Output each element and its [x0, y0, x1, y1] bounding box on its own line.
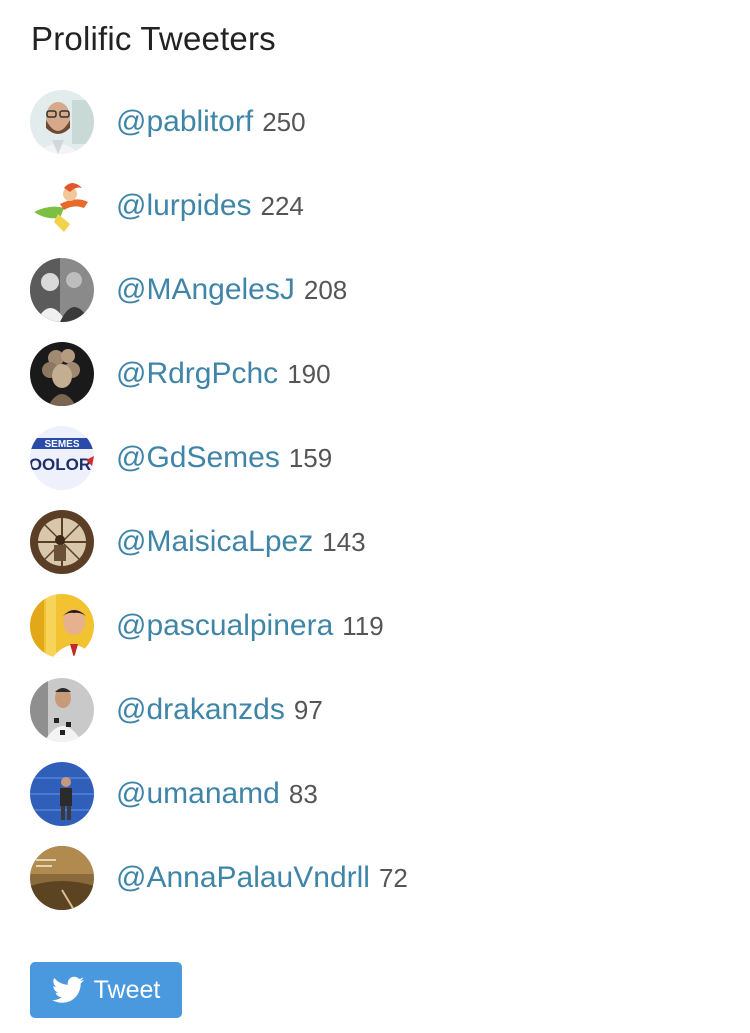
avatar-logo-text-bottom: OOLOR: [30, 455, 91, 474]
tweet-count: 250: [262, 106, 306, 137]
tweeter-handle-link[interactable]: @drakanzds: [116, 693, 285, 727]
tweet-button[interactable]: Tweet: [30, 962, 182, 1018]
avatar[interactable]: [30, 762, 94, 826]
tweeter-handle-link[interactable]: @pascualpinera: [116, 609, 333, 643]
tweeter-handle-link[interactable]: @umanamd: [116, 777, 280, 811]
tweet-count: 159: [288, 442, 333, 473]
page-title: Prolific Tweeters: [31, 20, 276, 57]
list-item: @MaisicaLpez 143: [30, 510, 408, 574]
tweet-button-label: Tweet: [93, 975, 161, 1004]
avatar[interactable]: [30, 258, 94, 322]
tweeter-handle-link[interactable]: @MaisicaLpez: [116, 525, 313, 559]
list-item: @lurpides 224: [30, 174, 408, 238]
list-item: @pascualpinera 119: [30, 594, 408, 658]
list-item: @RdrgPchc 190: [30, 342, 408, 406]
tweeter-handle-link[interactable]: @GdSemes: [116, 441, 280, 475]
tweeter-handle-link[interactable]: @RdrgPchc: [116, 357, 278, 391]
tweet-count: 119: [342, 610, 384, 641]
list-item: @MAngelesJ 208: [30, 258, 408, 322]
tweet-count: 224: [260, 190, 304, 221]
tweeter-handle-link[interactable]: @MAngelesJ: [116, 273, 295, 307]
list-item: @drakanzds 97: [30, 678, 408, 742]
tweet-count: 83: [288, 778, 318, 809]
tweeter-handle-link[interactable]: @AnnaPalauVndrll: [116, 861, 370, 895]
tweet-count: 208: [303, 274, 348, 305]
tweet-count: 190: [287, 358, 331, 389]
list-item: @pablitorf 250: [30, 90, 408, 154]
avatar[interactable]: [30, 90, 94, 154]
tweeter-handle-link[interactable]: @lurpides: [116, 189, 252, 223]
list-item: @AnnaPalauVndrll 72: [30, 846, 408, 910]
twitter-bird-icon: [51, 976, 84, 1003]
avatar[interactable]: SEMES OOLOR: [30, 426, 94, 490]
list-item: SEMES OOLOR @GdSemes 159: [30, 426, 408, 490]
tweeter-list: @pablitorf 250 @lurpides 224 @MAngelesJ …: [30, 90, 408, 930]
tweet-count: 97: [293, 694, 323, 725]
avatar[interactable]: [30, 846, 94, 910]
tweet-count: 143: [322, 526, 366, 557]
tweeter-handle-link[interactable]: @pablitorf: [116, 105, 253, 139]
avatar[interactable]: [30, 342, 94, 406]
avatar-logo-text-top: SEMES: [44, 439, 79, 450]
avatar[interactable]: [30, 510, 94, 574]
avatar[interactable]: [30, 678, 94, 742]
avatar[interactable]: [30, 594, 94, 658]
avatar[interactable]: [30, 174, 94, 238]
tweet-count: 72: [378, 862, 408, 893]
list-item: @umanamd 83: [30, 762, 408, 826]
